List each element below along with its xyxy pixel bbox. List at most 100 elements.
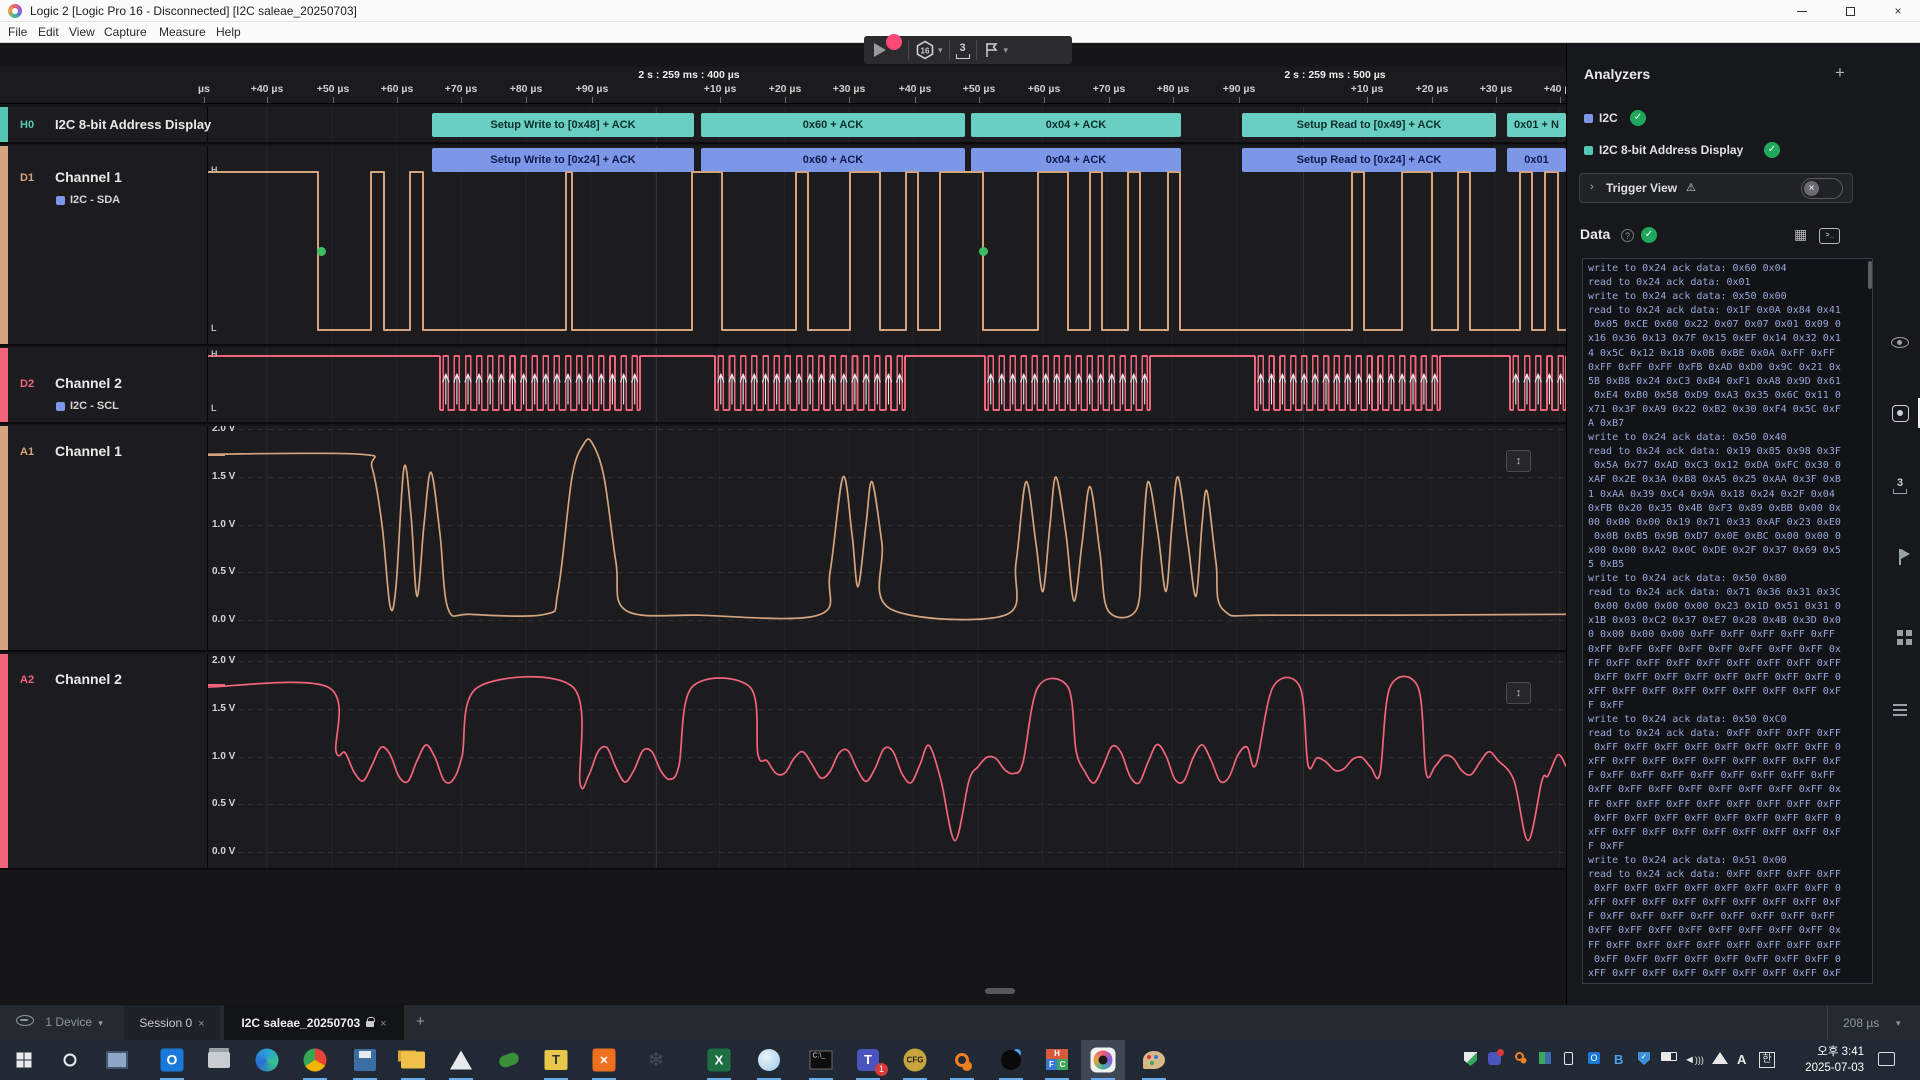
close-button[interactable]: × [1876,0,1920,22]
d1-label[interactable]: D1 Channel 1 I2C - SDA [8,146,208,344]
drive-app-icon[interactable] [245,1040,289,1080]
cfg-app-icon-glyph: CFG [904,1049,927,1072]
close-tab-icon[interactable]: × [198,1018,204,1030]
maximize-button[interactable] [1828,0,1872,22]
scale-gauge-button[interactable]: ↕ [1506,450,1531,472]
analyzer-panel-icon[interactable] [1887,401,1913,427]
tray-search-icon[interactable] [1515,1052,1524,1061]
logic2-app-icon[interactable] [1081,1040,1125,1080]
d2-label[interactable]: D2 Channel 2 I2C - SCL [8,348,208,422]
menu-edit[interactable]: Edit [38,25,59,39]
d1-track[interactable]: Setup Write to [0x24] + ACK0x60 + ACK0x0… [208,146,1566,344]
i2c-annotation[interactable]: 0x01 + N [1507,113,1566,137]
data-line: 0xFF 0xFF 0xFF 0xFF 0xFF 0xFF 0xFF 0xFF … [1588,882,1872,896]
search-icon[interactable] [48,1040,92,1080]
explorer-app-icon[interactable] [391,1040,435,1080]
device-selector[interactable]: 1 Device ▾ [16,1015,103,1029]
save-app-icon[interactable] [343,1040,387,1080]
menu-capture[interactable]: Capture [104,25,147,39]
channel-row-d2: D2 Channel 2 I2C - SCL HL [0,348,1566,424]
menu-view[interactable]: View [69,25,95,39]
tray-ime-lang-icon[interactable]: A [1737,1052,1746,1067]
scale-gauge-button[interactable]: ↕ [1506,682,1531,704]
ruler-tick-mark [849,97,850,103]
tray-security-icon[interactable]: ✓ [1638,1052,1650,1065]
i2c-annotation[interactable]: Setup Read to [0x49] + ACK [1242,113,1496,137]
tray-ime-korean-icon[interactable]: 한 [1759,1052,1775,1068]
trigger-toggle[interactable]: × [1801,178,1843,199]
tray-outlook-icon[interactable]: O [1588,1052,1600,1064]
cfg-app-icon[interactable]: CFG [893,1040,937,1080]
outlook-app-icon[interactable]: O [150,1040,194,1080]
i2c-annotation[interactable]: 0x60 + ACK [701,113,965,137]
a2-track[interactable]: 2.0 V1.5 V1.0 V0.5 V0.0 V↕ [208,654,1566,868]
tray-volume-icon[interactable]: ◄))) [1684,1052,1704,1066]
horizontal-scrollbar[interactable] [985,988,1015,994]
data-scrollbar[interactable] [1868,261,1872,289]
menu-help[interactable]: Help [216,25,241,39]
excel-app-icon[interactable]: X [697,1040,741,1080]
trigger-view-row[interactable]: › Trigger View ⚠ × [1579,173,1853,203]
tray-defender-icon[interactable] [1464,1052,1477,1066]
h0-track[interactable]: Setup Write to [0x48] + ACK0x60 + ACK0x0… [208,107,1566,142]
magnifier-app-icon[interactable] [940,1040,984,1080]
terminal-view-icon[interactable]: >_ [1819,228,1840,244]
tray-battery-icon[interactable] [1661,1052,1677,1061]
tray-wifi-icon[interactable] [1712,1052,1728,1064]
a2-label[interactable]: A2 Channel 2 [8,654,208,868]
globe-app-icon[interactable] [747,1040,791,1080]
menu-file[interactable]: File [8,25,27,39]
notification-center-icon[interactable] [1878,1052,1895,1066]
data-line: read to 0x24 ack data: 0x71 0x36 0x31 0x… [1588,586,1872,600]
terminal-app-icon[interactable]: C:\_ [799,1040,843,1080]
help-icon[interactable]: ? [1621,229,1634,242]
d1-stripe [0,146,8,344]
start-button[interactable] [2,1040,46,1080]
tab-session-0[interactable]: Session 0× [124,1005,220,1041]
device-16-button[interactable]: 16 ▾ [915,40,943,60]
texter-app-icon[interactable]: T [534,1040,578,1080]
add-analyzer-button[interactable]: + [1835,63,1845,83]
tray-usb-icon[interactable] [1564,1052,1573,1065]
timeline-ruler[interactable]: µs+40 µs+50 µs+60 µs+70 µs+80 µs+90 µs+1… [0,67,1566,104]
explorer-app-icon-glyph [401,1052,425,1069]
warning-icon: ⚠ [1686,181,1696,194]
triangle-app-icon[interactable] [439,1040,483,1080]
tray-bluetooth-icon[interactable]: B [1614,1052,1623,1067]
a1-label[interactable]: A1 Channel 1 [8,426,208,650]
kayak-app-icon[interactable] [487,1040,531,1080]
snowflake-app-icon[interactable]: ❄ [634,1040,678,1080]
hfc-app-icon[interactable]: HFC [1035,1040,1079,1080]
minimize-button[interactable] [1780,0,1824,22]
pc-app-icon[interactable] [95,1040,139,1080]
taskbar-clock[interactable]: 오후 3:41 2025-07-03 [1782,1044,1864,1076]
close-tab-icon[interactable]: × [380,1018,386,1030]
tray-teams-icon[interactable] [1488,1052,1501,1065]
d2-track[interactable]: HL [208,348,1566,422]
capture-mode-button[interactable]: 3 [956,42,970,59]
annotation-flag-button[interactable]: ▾ [983,41,1009,59]
flashprint-app-icon[interactable]: × [582,1040,626,1080]
dot-app-icon[interactable] [989,1040,1033,1080]
data-panel[interactable]: write to 0x24 ack data: 0x60 0x04read to… [1582,258,1873,984]
teams-app-icon[interactable]: T1 [846,1040,890,1080]
measurements-panel-icon[interactable] [1887,693,1913,719]
printer-app-icon[interactable] [197,1040,241,1080]
i2c-annotation[interactable]: 0x04 + ACK [971,113,1181,137]
a1-track[interactable]: 2.0 V1.5 V1.0 V0.5 V0.0 V↕ [208,426,1566,650]
new-tab-button[interactable]: + [416,1013,425,1030]
capture-panel-icon[interactable]: 3 [1887,477,1913,503]
eye-icon[interactable] [1887,329,1913,355]
i2c-annotation[interactable]: Setup Write to [0x48] + ACK [432,113,694,137]
palette-app-icon[interactable] [1132,1040,1176,1080]
run-capture-button[interactable] [864,36,902,64]
time-range-value[interactable]: 208 µs [1843,1016,1879,1030]
tray-app-icon[interactable] [1539,1052,1551,1064]
ruler-tick-mark [1560,97,1561,103]
table-view-icon[interactable]: ▦ [1794,226,1807,243]
menu-measure[interactable]: Measure [159,25,206,39]
chrome-app-icon[interactable] [293,1040,337,1080]
tab-i2c-saleae[interactable]: I2C saleae_20250703× [224,1005,404,1041]
h0-label[interactable]: H0 I2C 8-bit Address Display [8,107,208,142]
annotations-panel-icon[interactable] [1887,545,1913,571]
